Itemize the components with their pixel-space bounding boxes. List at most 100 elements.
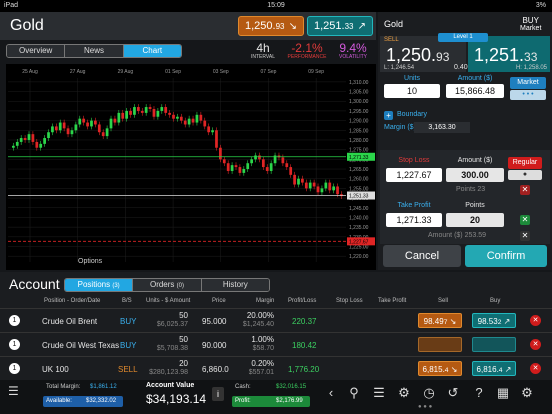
order-type-dots[interactable]: • • • — [510, 90, 546, 100]
tab-news[interactable]: News — [65, 45, 124, 57]
candle-body — [109, 118, 113, 129]
level-badge[interactable]: Level 1 — [438, 33, 488, 42]
row-info-icon[interactable]: 1 — [9, 315, 20, 326]
y-tick-label: 1,220.00 — [349, 254, 369, 260]
calendar-icon[interactable]: ▦ — [494, 385, 512, 401]
row-info-icon[interactable]: 1 — [9, 363, 20, 374]
row-sell-button[interactable]: 6,815.4 ↘ — [418, 361, 462, 376]
take-profit-check-icon[interactable]: ✕ — [520, 215, 530, 225]
settings-cog-icon[interactable]: ⚙ — [395, 385, 413, 401]
candle-body — [144, 107, 148, 113]
row-sell-button[interactable] — [418, 337, 462, 352]
row-side: BUY — [120, 317, 137, 326]
close-position-icon[interactable]: ✕ — [530, 339, 541, 350]
tab-orders-count: (0) — [176, 283, 184, 289]
close-position-icon[interactable]: ✕ — [530, 363, 541, 374]
tab-overview[interactable]: Overview — [7, 45, 66, 57]
history-icon[interactable]: ↺ — [444, 385, 462, 401]
candle-body — [152, 108, 156, 117]
battery-level: 3% — [535, 2, 546, 9]
profit-label: Profit: — [235, 398, 251, 404]
candle-body — [261, 159, 265, 168]
tab-positions[interactable]: Positions (3) — [65, 279, 134, 291]
info-icon[interactable]: i — [212, 387, 224, 401]
chevron-left-icon[interactable]: ‹ — [322, 385, 340, 400]
y-tick-label: 1,260.00 — [349, 177, 369, 183]
x-tick-label: 27 Aug — [70, 69, 86, 75]
ticket-sell-small: 93 — [436, 50, 450, 64]
sell-price-main: 1,250. — [245, 20, 276, 32]
list-icon[interactable]: ☰ — [370, 385, 388, 401]
performance-value: -2.1% — [291, 41, 323, 55]
candle-body — [129, 110, 132, 115]
close-position-icon[interactable]: ✕ — [530, 315, 541, 326]
cancel-button[interactable]: Cancel — [383, 245, 461, 267]
margin-label: Margin ($) — [384, 124, 416, 131]
units-input[interactable]: 10 — [384, 84, 440, 98]
take-profit-input[interactable]: 1,271.33 — [386, 213, 442, 227]
boundary-label[interactable]: Boundary — [397, 111, 427, 118]
y-tick-label: 1,310.00 — [349, 80, 369, 86]
table-row[interactable]: 1 Crude Oil Brent BUY 50 $6,025.37 95.00… — [0, 308, 552, 332]
row-price: 6,860.0 — [202, 365, 229, 374]
search-icon[interactable]: ⚲ — [345, 385, 363, 401]
chart-options-link[interactable]: Options — [78, 258, 102, 265]
gear-icon[interactable]: ⚙ — [518, 385, 536, 401]
trend-up-icon: ↗ — [357, 20, 366, 32]
confirm-button[interactable]: Confirm — [465, 245, 547, 267]
status-time: 15:09 — [267, 2, 285, 9]
candle-body — [316, 186, 320, 193]
table-row[interactable]: 1 UK 100 SELL 20 $280,123.98 6,860.0 0.2… — [0, 356, 552, 380]
row-buy-button[interactable]: 6,816.4 ↗ — [472, 361, 516, 376]
row-units: 20 — [179, 359, 188, 368]
tab-chart[interactable]: Chart — [123, 45, 181, 57]
market-button[interactable]: Market — [510, 77, 546, 89]
price-chart[interactable]: 1,310.00 1,305.00 1,300.00 1,295.00 1,290.00… — [6, 64, 376, 270]
candle-body — [265, 167, 269, 171]
stop-loss-input[interactable]: 1,227.67 — [386, 168, 442, 182]
take-profit-remove-icon[interactable]: ✕ — [520, 231, 530, 241]
boundary-add-icon[interactable]: + — [384, 111, 393, 120]
row-sell-button[interactable]: 98.497 ↘ — [418, 313, 462, 328]
account-value-label: Account Value — [146, 382, 195, 389]
performance-stat: -2.1% PERFORMANCE — [284, 42, 330, 60]
x-tick-label: 03 Sep — [213, 69, 229, 75]
candle-body — [12, 145, 15, 148]
tab-orders[interactable]: Orders (0) — [133, 279, 202, 291]
help-icon[interactable]: ? — [470, 385, 488, 400]
row-profit-loss: 220.37 — [292, 317, 317, 326]
y-tick-label: 1,280.00 — [349, 138, 369, 144]
stop-toggle[interactable]: ● — [508, 170, 542, 180]
clock-icon[interactable]: ◷ — [420, 385, 438, 401]
row-margin-pct: 0.20% — [251, 359, 274, 368]
row-units: 50 — [179, 311, 188, 320]
candle-body — [222, 159, 226, 164]
tab-orders-label: Orders — [149, 280, 175, 289]
x-tick-label: 25 Aug — [22, 69, 38, 75]
table-row[interactable]: 1 Crude Oil West Texas BUY 50 $5,708.38 … — [0, 332, 552, 356]
menu-icon[interactable]: ☰ — [8, 384, 19, 398]
stop-remove-icon[interactable]: ✕ — [520, 185, 530, 195]
candle-body — [54, 126, 58, 131]
candle-body — [242, 169, 246, 173]
account-title: Account — [9, 276, 60, 292]
candle-body — [219, 147, 222, 160]
candle-body — [156, 110, 160, 117]
sell-quote-button[interactable]: 1,250. 93 ↘ — [238, 16, 304, 36]
row-profit-loss: 1,776.20 — [288, 365, 320, 374]
ticket-spread: 0.40 — [454, 64, 468, 71]
regular-button[interactable]: Regular — [508, 157, 542, 169]
amount-input[interactable]: 15,866.48 — [446, 84, 504, 98]
y-tick-label: 1,305.00 — [349, 90, 369, 96]
tab-history[interactable]: History — [201, 279, 269, 291]
interval-stat[interactable]: 4h INTERVAL — [248, 42, 278, 60]
sl-amount-input[interactable]: 300.00 — [446, 168, 504, 182]
candle-body — [328, 182, 332, 191]
buy-quote-button[interactable]: 1,251. 33 ↗ — [307, 16, 373, 36]
candle-body — [238, 167, 242, 173]
row-info-icon[interactable]: 1 — [9, 339, 20, 350]
candle-body — [336, 186, 339, 195]
tp-points-input[interactable]: 20 — [446, 213, 504, 227]
row-buy-button[interactable]: 98.532 ↗ — [472, 313, 516, 328]
row-buy-button[interactable] — [472, 337, 516, 352]
